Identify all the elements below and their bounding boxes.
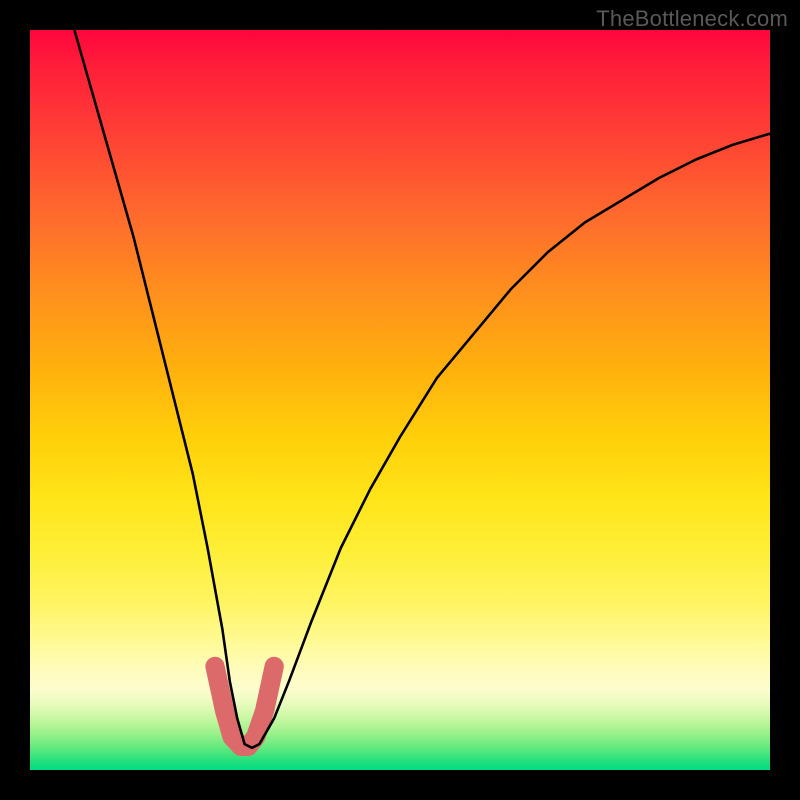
v-curve — [74, 30, 770, 748]
watermark-text: TheBottleneck.com — [596, 6, 788, 32]
curve-overlay — [30, 30, 770, 770]
